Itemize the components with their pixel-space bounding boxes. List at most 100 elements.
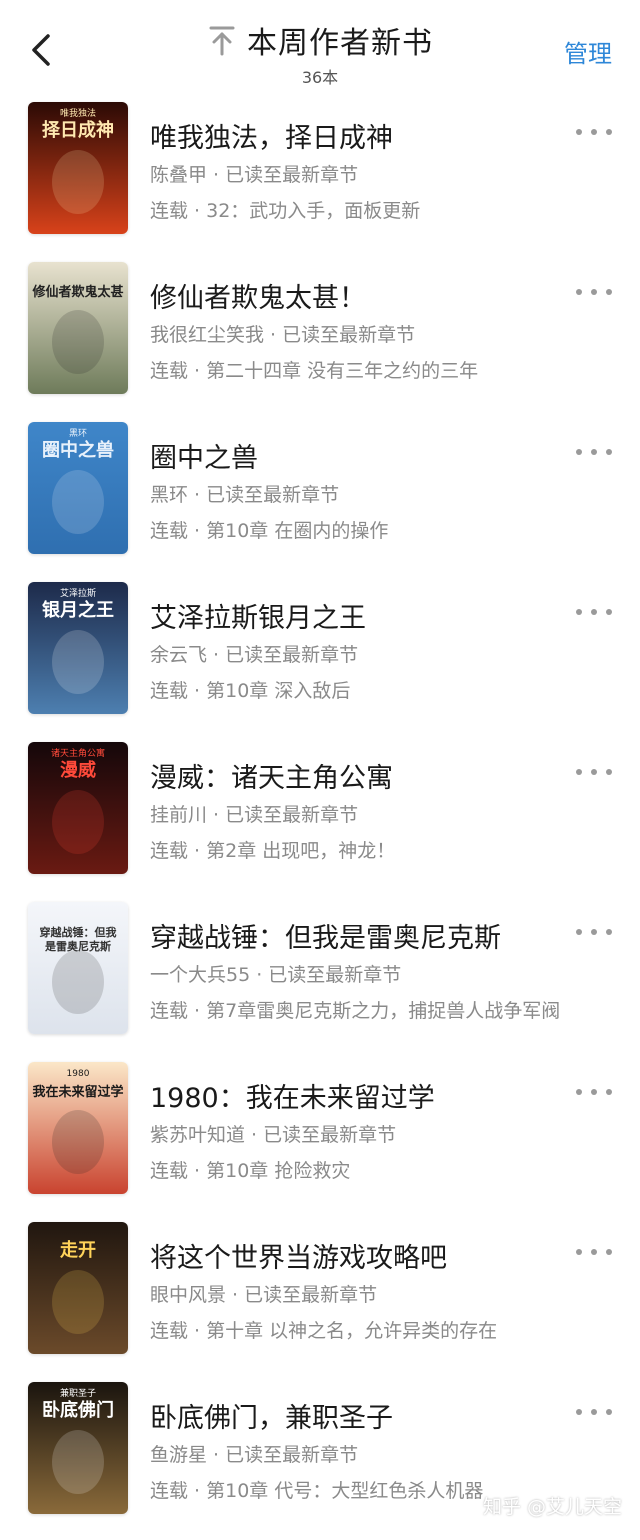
cover-subtitle: 艾泽拉斯 [60,587,96,599]
more-dot [576,769,582,775]
cover-figure [52,150,104,214]
book-latest-chapter: 连载 · 第10章 抢险救灾 [150,1160,351,1182]
cover-title: 走开 [60,1240,96,1261]
book-author-status: 黑环 · 已读至最新章节 [150,484,340,506]
more-horizontal-icon[interactable] [576,1086,612,1098]
cover-art: 艾泽拉斯银月之王 [28,582,128,714]
watermark: 知乎 @艾儿天空 [482,1496,622,1518]
more-dot [606,1409,612,1415]
cover-figure [52,1110,104,1174]
page-title: 本周作者新书 [247,26,433,61]
book-item[interactable]: 诸天主角公寓 漫威 漫威：诸天主角公寓 挂前川 · 已读至最新章节 连载 · 第2章 出… [0,740,640,900]
book-cover[interactable]: 兼职圣子 卧底佛门 [28,1382,128,1514]
book-title[interactable]: 1980：我在未来留过学 [150,1076,435,1115]
more-dot [606,769,612,775]
more-horizontal-icon[interactable] [576,766,612,778]
book-item[interactable]: 黑环 圈中之兽 圈中之兽 黑环 · 已读至最新章节 连载 · 第10章 在圈内的操作 [0,420,640,580]
more-horizontal-icon[interactable] [576,1406,612,1418]
cover-art: 诸天主角公寓漫威 [28,742,128,874]
more-dot [606,609,612,615]
more-dot [606,1249,612,1255]
book-cover[interactable]: 修仙者欺鬼太甚 [28,262,128,394]
more-dot [591,929,597,935]
book-latest-chapter: 连载 · 第2章 出现吧，神龙！ [150,840,396,862]
book-title[interactable]: 唯我独法，择日成神 [150,116,393,155]
cover-title: 漫威 [60,759,96,781]
pin-top-icon[interactable] [207,24,237,56]
cover-art: 唯我独法择日成神 [28,102,128,234]
more-dot [591,129,597,135]
title-area: 本周作者新书 36本 [0,18,640,88]
cover-title: 是雷奥尼克斯 [44,939,111,953]
book-cover[interactable]: 穿越战锤：但我 是雷奥尼克斯 [28,902,128,1034]
book-author-status: 陈叠甲 · 已读至最新章节 [150,164,359,186]
book-item[interactable]: 走开 将这个世界当游戏攻略吧眼中风景 · 已读至最新章节连载 · 第十章 以神之名… [0,1220,640,1380]
cover-art: 穿越战锤：但我是雷奥尼克斯 [28,902,128,1034]
more-horizontal-icon[interactable] [576,606,612,618]
more-dot [591,609,597,615]
more-horizontal-icon[interactable] [576,1246,612,1258]
book-title[interactable]: 修仙者欺鬼太甚！ [150,276,366,315]
book-latest-chapter: 连载 · 第二十四章 没有三年之约的三年 [150,360,479,382]
book-author-status: 鱼游星 · 已读至最新章节 [150,1444,359,1466]
book-latest-chapter: 连载 · 第十章 以神之名，允许异类的存在 [150,1320,498,1342]
cover-figure [52,310,104,374]
more-horizontal-icon[interactable] [576,446,612,458]
book-cover[interactable]: 1980 我在未来留过学 [28,1062,128,1194]
cover-title: 银月之王 [42,599,114,621]
cover-title: 圈中之兽 [42,439,114,461]
book-author-status: 紫苏叶知道 · 已读至最新章节 [150,1124,397,1146]
more-dot [576,1089,582,1095]
book-item[interactable]: 穿越战锤：但我 是雷奥尼克斯 穿越战锤：但我是雷奥尼克斯 一个大兵55 · 已读至最新… [0,900,640,1060]
cover-title: 穿越战锤：但我 [40,925,117,939]
book-title[interactable]: 漫威：诸天主角公寓 [150,756,393,795]
book-author-status: 余云飞 · 已读至最新章节 [150,644,359,666]
book-item[interactable]: 艾泽拉斯 银月之王 艾泽拉斯银月之王 余云飞 · 已读至最新章节 连载 · 第10章 深… [0,580,640,740]
book-cover[interactable]: 诸天主角公寓 漫威 [28,742,128,874]
more-dot [576,609,582,615]
book-title[interactable]: 卧底佛门，兼职圣子 [150,1396,393,1435]
cover-title: 我在未来留过学 [32,1084,123,1100]
book-item[interactable]: 唯我独法 择日成神 唯我独法，择日成神陈叠甲 · 已读至最新章节连载 · 32：武功… [0,100,640,260]
more-dot [591,1409,597,1415]
book-author-status: 眼中风景 · 已读至最新章节 [150,1284,378,1306]
more-dot [606,929,612,935]
cover-figure [52,630,104,694]
cover-subtitle: 1980 [67,1069,90,1079]
more-dot [576,129,582,135]
cover-title: 卧底佛门 [42,1399,114,1421]
book-latest-chapter: 连载 · 32：武功入手，面板更新 [150,200,421,222]
cover-figure [52,470,104,534]
cover-subtitle: 兼职圣子 [60,1387,96,1399]
more-dot [606,449,612,455]
cover-figure [52,790,104,854]
book-author-status: 一个大兵55 · 已读至最新章节 [150,964,402,986]
cover-art: 1980 我在未来留过学 [28,1062,128,1194]
cover-art: 修仙者欺鬼太甚 [28,262,128,394]
cover-figure [52,1270,104,1334]
cover-art: 黑环圈中之兽 [28,422,128,554]
cover-subtitle: 诸天主角公寓 [51,747,105,759]
manage-button[interactable]: 管理 [564,34,612,69]
cover-title: 修仙者欺鬼太甚 [31,284,123,300]
book-cover[interactable]: 唯我独法 择日成神 [28,102,128,234]
cover-figure [52,950,104,1014]
more-horizontal-icon[interactable] [576,926,612,938]
book-cover[interactable]: 走开 [28,1222,128,1354]
cover-subtitle: 唯我独法 [60,107,96,119]
book-title[interactable]: 艾泽拉斯银月之王 [150,596,366,635]
more-dot [606,289,612,295]
book-title[interactable]: 穿越战锤：但我是雷奥尼克斯 [150,916,501,955]
book-item[interactable]: 修仙者欺鬼太甚 修仙者欺鬼太甚！ 我很红尘笑我 · 已读至最新章节 连载 · 第二十四… [0,260,640,420]
book-cover[interactable]: 黑环 圈中之兽 [28,422,128,554]
book-title[interactable]: 圈中之兽 [150,436,258,475]
top-bar: 本周作者新书 36本 管理 [0,0,640,92]
book-cover[interactable]: 艾泽拉斯 银月之王 [28,582,128,714]
more-horizontal-icon[interactable] [576,126,612,138]
book-title[interactable]: 将这个世界当游戏攻略吧 [150,1236,447,1275]
more-horizontal-icon[interactable] [576,286,612,298]
more-dot [591,1089,597,1095]
book-author-status: 挂前川 · 已读至最新章节 [150,804,359,826]
book-latest-chapter: 连载 · 第10章 深入敌后 [150,680,351,702]
book-item[interactable]: 1980 我在未来留过学 1980：我在未来留过学紫苏叶知道 · 已读至最新章节 连载… [0,1060,640,1220]
